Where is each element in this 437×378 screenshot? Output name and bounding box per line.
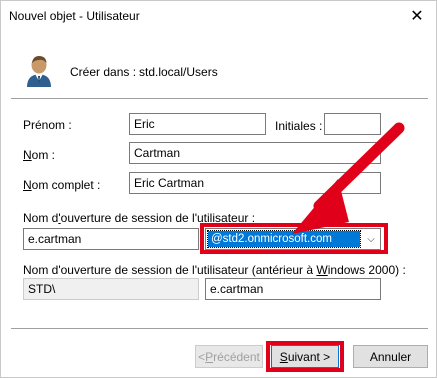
- domain-suffix-value: @std2.onmicrosoft.com: [207, 230, 361, 248]
- back-button[interactable]: < Précédent: [195, 345, 263, 368]
- bottom-separator: [11, 328, 428, 330]
- title-bar: Nouvel objet - Utilisateur ✕: [1, 1, 436, 33]
- initials-field[interactable]: [324, 113, 381, 135]
- new-user-dialog: Nouvel objet - Utilisateur ✕ Créer dans …: [0, 0, 437, 378]
- window-title: Nouvel objet - Utilisateur: [9, 9, 140, 23]
- created-in-path: std.local/Users: [139, 65, 218, 79]
- full-name-field[interactable]: Eric Cartman: [129, 172, 381, 194]
- domain-suffix-dropdown[interactable]: @std2.onmicrosoft.com ⌵: [205, 228, 381, 250]
- chevron-down-icon[interactable]: ⌵: [362, 229, 380, 249]
- last-name-label: Nom :: [23, 148, 56, 162]
- next-button[interactable]: Suivant >: [271, 345, 339, 368]
- last-name-field[interactable]: Cartman: [129, 142, 381, 164]
- logon-pre2000-label: Nom d'ouverture de session de l'utilisat…: [23, 263, 406, 277]
- full-name-label: Nom complet :: [23, 178, 101, 192]
- pre2000-logon-field[interactable]: e.cartman: [205, 278, 381, 300]
- initials-label: Initiales :: [275, 119, 323, 133]
- first-name-field[interactable]: Eric: [129, 113, 266, 135]
- top-separator: [11, 98, 428, 100]
- logon-name-label: Nom d'ouverture de session de l'utilisat…: [23, 211, 256, 225]
- pre2000-domain-field: STD\: [23, 278, 199, 300]
- cancel-button[interactable]: Annuler: [353, 345, 428, 368]
- logon-name-field[interactable]: e.cartman: [23, 228, 199, 250]
- first-name-label: Prénom :: [23, 118, 72, 132]
- close-icon[interactable]: ✕: [398, 1, 436, 31]
- created-in-label: Créer dans :: [70, 65, 137, 79]
- user-icon: [27, 56, 51, 87]
